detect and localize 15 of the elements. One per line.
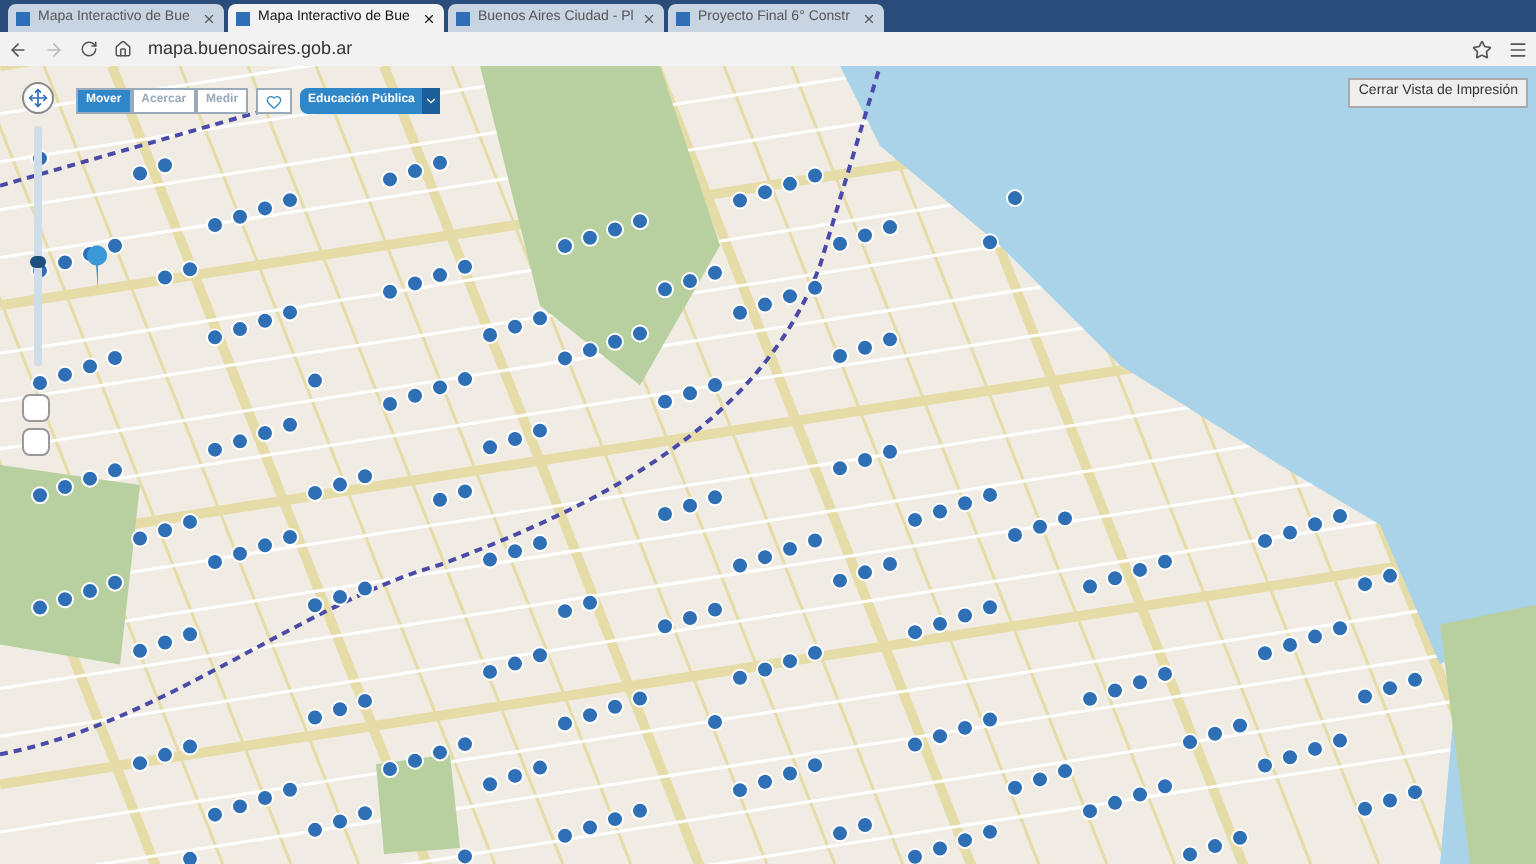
- menu-icon[interactable]: [1508, 39, 1528, 59]
- reload-icon[interactable]: [80, 40, 98, 58]
- close-icon[interactable]: [422, 11, 436, 25]
- zoom-slider[interactable]: [30, 126, 46, 366]
- heart-icon: [266, 93, 283, 109]
- page-icon: [16, 11, 30, 25]
- back-icon[interactable]: [8, 39, 28, 59]
- star-icon[interactable]: [1472, 39, 1492, 59]
- page-icon: [676, 11, 690, 25]
- page-icon: [456, 11, 470, 25]
- home-icon[interactable]: [114, 40, 132, 58]
- page-icon: [236, 11, 250, 25]
- url-field[interactable]: mapa.buenosaires.gob.ar: [148, 35, 1456, 63]
- favorites-button[interactable]: [256, 88, 293, 114]
- caret-icon: [424, 94, 439, 108]
